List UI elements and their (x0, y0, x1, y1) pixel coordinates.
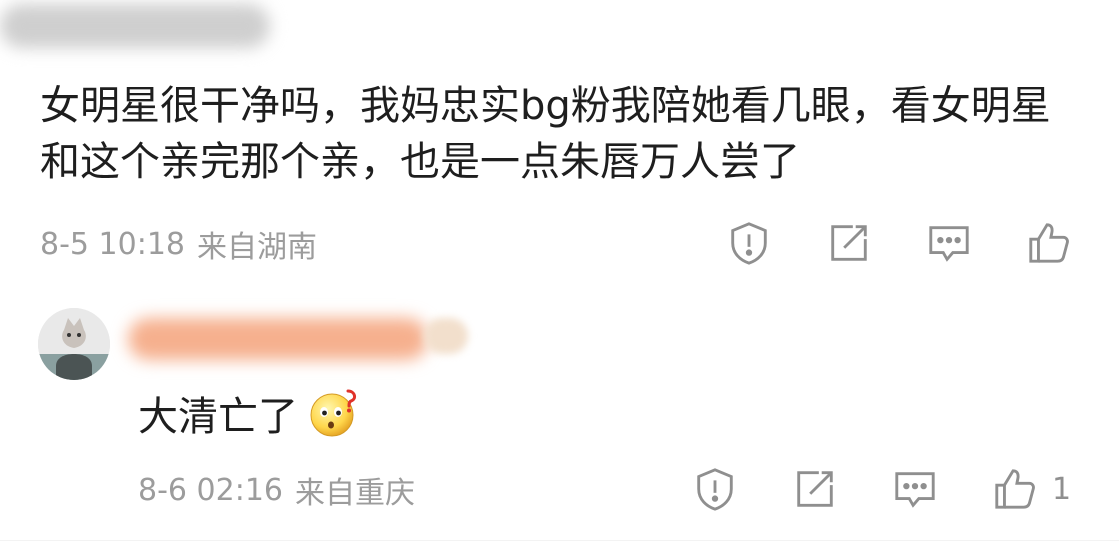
report-icon (731, 222, 767, 265)
reply-time: 8-6 02:16 (138, 472, 283, 508)
comment-actions (676, 216, 1076, 270)
reply-report-button[interactable] (688, 462, 742, 516)
avatar[interactable] (38, 308, 110, 380)
comment-icon (895, 472, 935, 508)
comment-button[interactable] (922, 216, 976, 270)
repost-icon (797, 471, 833, 507)
reply-repost-button[interactable] (788, 462, 842, 516)
like-icon (1029, 223, 1069, 263)
reply-actions: 1 (642, 462, 1071, 516)
surprised-emoji (310, 389, 357, 437)
comment-meta: 8-5 10:18 来自湖南 (40, 222, 317, 266)
redacted-username[interactable] (0, 4, 270, 48)
redacted-reply-username[interactable] (128, 318, 428, 360)
comment-location: 来自湖南 (197, 230, 317, 265)
like-button[interactable] (1022, 216, 1076, 270)
reply-text-row: 大清亡了 (138, 384, 360, 442)
like-count: 1 (1052, 471, 1072, 507)
comment-time: 8-5 10:18 (40, 226, 185, 262)
comment-text: 女明星很干净吗，我妈忠实bg粉我陪她看几眼，看女明星和这个亲完那个亲，也是一点朱… (40, 83, 1051, 185)
repost-icon (831, 225, 867, 261)
reply-like-button[interactable] (988, 462, 1042, 516)
cat-avatar-icon (38, 308, 110, 380)
reply-text: 大清亡了 (138, 394, 298, 440)
comment-icon (929, 226, 969, 262)
reply-meta: 8-6 02:16 来自重庆 (138, 468, 415, 512)
reply-comment-button[interactable] (888, 462, 942, 516)
report-icon (697, 468, 733, 511)
repost-button[interactable] (822, 216, 876, 270)
redacted-badge (424, 318, 468, 354)
like-icon (995, 469, 1035, 509)
reply-location: 来自重庆 (295, 476, 415, 511)
divider (0, 540, 1119, 541)
report-button[interactable] (722, 216, 776, 270)
